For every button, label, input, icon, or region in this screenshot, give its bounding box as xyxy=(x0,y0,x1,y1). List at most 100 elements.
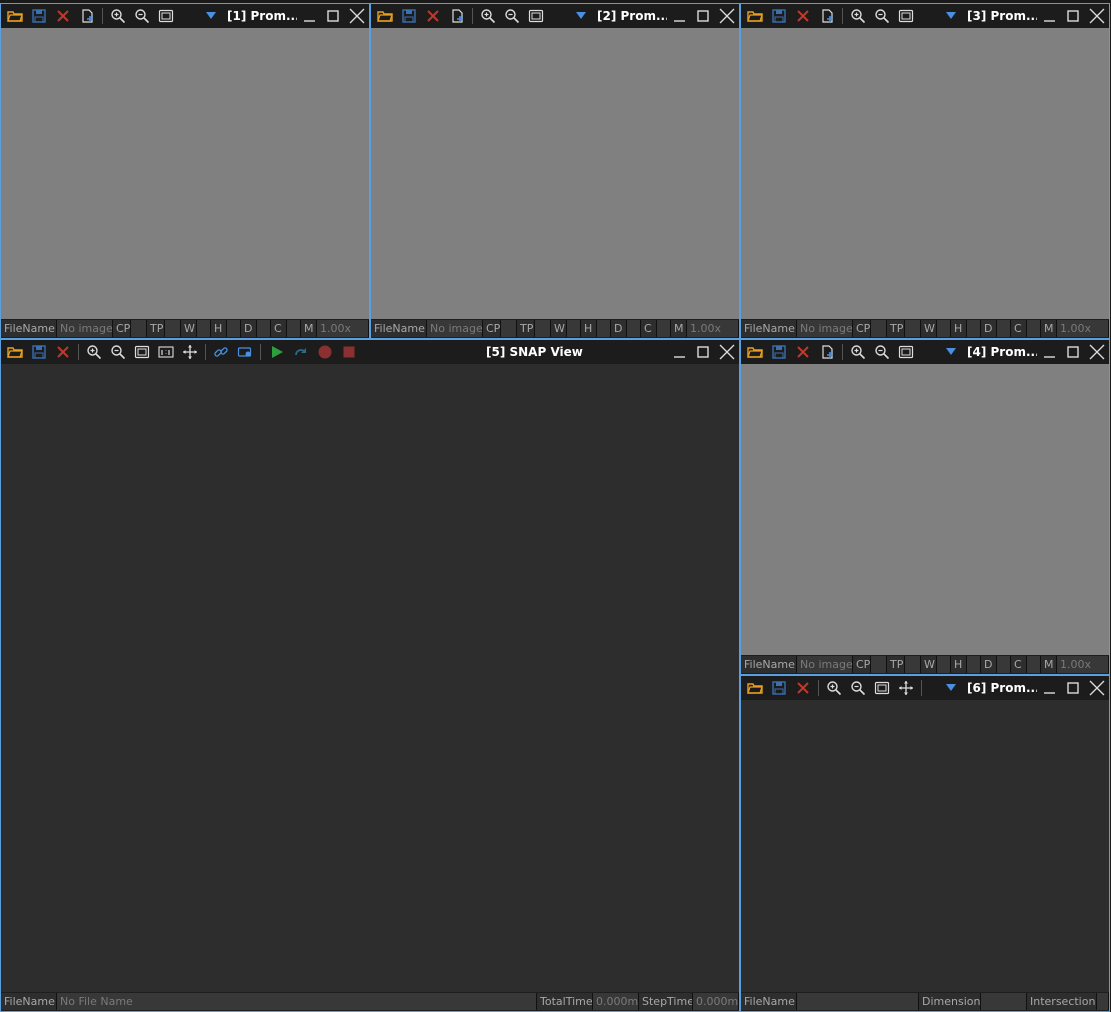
folder-open-icon[interactable] xyxy=(6,343,24,361)
w-value xyxy=(937,320,951,337)
dropdown-arrow-icon[interactable] xyxy=(946,12,956,19)
h-value xyxy=(967,656,981,673)
zoom-in-icon[interactable] xyxy=(479,7,497,25)
panel-title: [4] Prom... xyxy=(967,345,1037,359)
save-icon[interactable] xyxy=(770,343,788,361)
close-icon[interactable] xyxy=(1088,343,1106,361)
zoom-out-icon[interactable] xyxy=(873,343,891,361)
save-icon[interactable] xyxy=(30,343,48,361)
filename-label: FileName xyxy=(1,320,57,337)
maximize-icon[interactable] xyxy=(1064,343,1082,361)
fit-window-icon[interactable] xyxy=(527,7,545,25)
add-document-icon[interactable] xyxy=(78,7,96,25)
save-icon[interactable] xyxy=(400,7,418,25)
link-icon[interactable] xyxy=(212,343,230,361)
tp-value xyxy=(535,320,551,337)
w-label: W xyxy=(181,320,197,337)
dropdown-arrow-icon[interactable] xyxy=(946,684,956,691)
minimize-icon[interactable] xyxy=(1041,343,1059,361)
fit-window-icon[interactable] xyxy=(897,7,915,25)
maximize-icon[interactable] xyxy=(694,343,712,361)
h-value xyxy=(967,320,981,337)
save-icon[interactable] xyxy=(770,7,788,25)
close-icon[interactable] xyxy=(1088,679,1106,697)
save-icon[interactable] xyxy=(770,679,788,697)
close-red-x-icon[interactable] xyxy=(54,343,72,361)
stop-icon[interactable] xyxy=(340,343,358,361)
panel-title: [5] SNAP View xyxy=(486,345,583,359)
add-document-icon[interactable] xyxy=(818,7,836,25)
panel-toolbar: [5] SNAP View xyxy=(1,340,739,365)
close-icon[interactable] xyxy=(718,7,736,25)
filename-value: No image xyxy=(427,320,483,337)
close-red-x-icon[interactable] xyxy=(54,7,72,25)
close-red-x-icon[interactable] xyxy=(794,7,812,25)
maximize-icon[interactable] xyxy=(1064,7,1082,25)
totaltime-label: TotalTime xyxy=(537,993,593,1010)
folder-open-icon[interactable] xyxy=(746,679,764,697)
fit-window-icon[interactable] xyxy=(133,343,151,361)
save-icon[interactable] xyxy=(30,7,48,25)
minimize-icon[interactable] xyxy=(301,7,319,25)
c-value xyxy=(1027,320,1041,337)
close-red-x-icon[interactable] xyxy=(424,7,442,25)
zoom-out-icon[interactable] xyxy=(873,7,891,25)
panel-6-canvas[interactable] xyxy=(741,700,1109,992)
step-icon[interactable] xyxy=(292,343,310,361)
close-icon[interactable] xyxy=(718,343,736,361)
zoom-in-icon[interactable] xyxy=(849,343,867,361)
zoom-in-icon[interactable] xyxy=(825,679,843,697)
add-document-icon[interactable] xyxy=(448,7,466,25)
dropdown-arrow-icon[interactable] xyxy=(576,12,586,19)
minimize-icon[interactable] xyxy=(1041,7,1059,25)
cp-value xyxy=(131,320,147,337)
w-label: W xyxy=(551,320,567,337)
dimension-value xyxy=(981,993,1027,1010)
image-canvas[interactable] xyxy=(1,28,369,319)
close-red-x-icon[interactable] xyxy=(794,343,812,361)
image-canvas[interactable] xyxy=(741,364,1109,655)
fit-window-icon[interactable] xyxy=(157,7,175,25)
zoom-out-icon[interactable] xyxy=(503,7,521,25)
panel-title: [6] Prom... xyxy=(967,681,1037,695)
folder-open-icon[interactable] xyxy=(746,343,764,361)
zoom-out-icon[interactable] xyxy=(109,343,127,361)
maximize-icon[interactable] xyxy=(1064,679,1082,697)
zoom-in-icon[interactable] xyxy=(85,343,103,361)
pan-move-icon[interactable] xyxy=(181,343,199,361)
fit-window-icon[interactable] xyxy=(897,343,915,361)
minimize-icon[interactable] xyxy=(1041,679,1059,697)
overlay-icon[interactable] xyxy=(236,343,254,361)
tp-label: TP xyxy=(517,320,535,337)
maximize-icon[interactable] xyxy=(694,7,712,25)
folder-open-icon[interactable] xyxy=(746,7,764,25)
snap-canvas[interactable] xyxy=(1,364,739,992)
close-icon[interactable] xyxy=(348,7,366,25)
tp-value xyxy=(905,320,921,337)
maximize-icon[interactable] xyxy=(324,7,342,25)
zoom-in-icon[interactable] xyxy=(849,7,867,25)
play-icon[interactable] xyxy=(268,343,286,361)
dropdown-arrow-icon[interactable] xyxy=(946,348,956,355)
zoom-out-icon[interactable] xyxy=(133,7,151,25)
close-red-x-icon[interactable] xyxy=(794,679,812,697)
minimize-icon[interactable] xyxy=(671,7,689,25)
close-icon[interactable] xyxy=(1088,7,1106,25)
zoom-value: 1.00x xyxy=(1057,656,1109,673)
actual-size-icon[interactable] xyxy=(157,343,175,361)
fit-window-icon[interactable] xyxy=(873,679,891,697)
add-document-icon[interactable] xyxy=(818,343,836,361)
folder-open-icon[interactable] xyxy=(6,7,24,25)
minimize-icon[interactable] xyxy=(671,343,689,361)
pan-move-icon[interactable] xyxy=(897,679,915,697)
c-label: C xyxy=(641,320,657,337)
folder-open-icon[interactable] xyxy=(376,7,394,25)
zoom-out-icon[interactable] xyxy=(849,679,867,697)
c-value xyxy=(657,320,671,337)
zoom-in-icon[interactable] xyxy=(109,7,127,25)
image-canvas[interactable] xyxy=(371,28,739,319)
image-canvas[interactable] xyxy=(741,28,1109,319)
dropdown-arrow-icon[interactable] xyxy=(206,12,216,19)
panel-toolbar: [6] Prom... xyxy=(741,676,1109,701)
record-icon[interactable] xyxy=(316,343,334,361)
